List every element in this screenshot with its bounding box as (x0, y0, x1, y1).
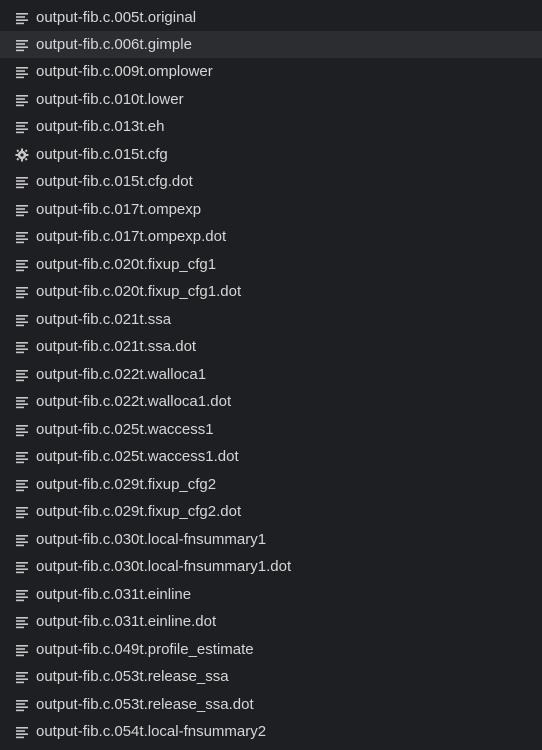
lines-icon (15, 65, 29, 79)
lines-icon (15, 670, 29, 684)
file-row[interactable]: output-fib.c.022t.walloca1.dot (0, 388, 542, 415)
file-row[interactable]: output-fib.c.030t.local-fnsummary1.dot (0, 553, 542, 580)
lines-icon (15, 423, 29, 437)
file-row[interactable]: output-fib.c.006t.gimple (0, 31, 542, 58)
file-name: output-fib.c.031t.einline (36, 586, 192, 603)
lines-icon (15, 313, 29, 327)
file-row[interactable]: output-fib.c.015t.cfg.dot (0, 168, 542, 195)
lines-icon (15, 175, 29, 189)
file-row[interactable]: output-fib.c.020t.fixup_cfg1 (0, 251, 542, 278)
file-row[interactable]: output-fib.c.031t.einline (0, 581, 542, 608)
file-row[interactable]: output-fib.c.031t.einline.dot (0, 608, 542, 635)
file-name: output-fib.c.005t.original (36, 9, 197, 26)
file-name: output-fib.c.017t.ompexp (36, 201, 202, 218)
file-name: output-fib.c.022t.walloca1 (36, 366, 207, 383)
file-name: output-fib.c.020t.fixup_cfg1 (36, 256, 217, 273)
lines-icon (15, 725, 29, 739)
lines-icon (15, 643, 29, 657)
file-row[interactable]: output-fib.c.029t.fixup_cfg2 (0, 471, 542, 498)
file-name: output-fib.c.015t.cfg (36, 146, 168, 163)
file-name: output-fib.c.015t.cfg.dot (36, 173, 193, 190)
file-name: output-fib.c.010t.lower (36, 91, 184, 108)
file-name: output-fib.c.029t.fixup_cfg2 (36, 476, 217, 493)
file-name: output-fib.c.049t.profile_estimate (36, 641, 254, 658)
file-name: output-fib.c.025t.waccess1.dot (36, 448, 239, 465)
lines-icon (15, 93, 29, 107)
gear-icon (15, 148, 29, 162)
file-row[interactable]: output-fib.c.013t.eh (0, 113, 542, 140)
file-name: output-fib.c.025t.waccess1 (36, 421, 214, 438)
lines-icon (15, 11, 29, 25)
file-name: output-fib.c.009t.omplower (36, 63, 213, 80)
file-row[interactable]: output-fib.c.025t.waccess1.dot (0, 443, 542, 470)
lines-icon (15, 560, 29, 574)
file-row[interactable]: output-fib.c.020t.fixup_cfg1.dot (0, 278, 542, 305)
file-name: output-fib.c.013t.eh (36, 118, 165, 135)
file-row[interactable]: output-fib.c.017t.ompexp (0, 196, 542, 223)
file-row[interactable]: output-fib.c.053t.release_ssa.dot (0, 691, 542, 718)
lines-icon (15, 395, 29, 409)
lines-icon (15, 505, 29, 519)
lines-icon (15, 588, 29, 602)
file-row[interactable]: output-fib.c.015t.cfg (0, 141, 542, 168)
file-name: output-fib.c.053t.release_ssa (36, 668, 229, 685)
lines-icon (15, 478, 29, 492)
file-name: output-fib.c.017t.ompexp.dot (36, 228, 227, 245)
lines-icon (15, 120, 29, 134)
file-row[interactable]: output-fib.c.021t.ssa (0, 306, 542, 333)
file-row[interactable]: output-fib.c.021t.ssa.dot (0, 333, 542, 360)
file-name: output-fib.c.030t.local-fnsummary1 (36, 531, 267, 548)
file-name: output-fib.c.053t.release_ssa.dot (36, 696, 254, 713)
file-row[interactable]: output-fib.c.025t.waccess1 (0, 416, 542, 443)
file-name: output-fib.c.021t.ssa (36, 311, 172, 328)
file-row[interactable]: output-fib.c.005t.original (0, 4, 542, 31)
lines-icon (15, 203, 29, 217)
file-name: output-fib.c.022t.walloca1.dot (36, 393, 232, 410)
file-name: output-fib.c.020t.fixup_cfg1.dot (36, 283, 242, 300)
lines-icon (15, 38, 29, 52)
lines-icon (15, 258, 29, 272)
file-row[interactable]: output-fib.c.009t.omplower (0, 58, 542, 85)
lines-icon (15, 368, 29, 382)
lines-icon (15, 230, 29, 244)
file-name: output-fib.c.006t.gimple (36, 36, 192, 53)
file-explorer-list[interactable]: output-fib.c.005t.original output-fib.c.0… (0, 0, 542, 750)
lines-icon (15, 285, 29, 299)
lines-icon (15, 450, 29, 464)
lines-icon (15, 533, 29, 547)
file-row[interactable]: output-fib.c.053t.release_ssa (0, 663, 542, 690)
file-name: output-fib.c.031t.einline.dot (36, 613, 217, 630)
file-row[interactable]: output-fib.c.017t.ompexp.dot (0, 223, 542, 250)
file-name: output-fib.c.021t.ssa.dot (36, 338, 197, 355)
lines-icon (15, 340, 29, 354)
file-name: output-fib.c.054t.local-fnsummary2 (36, 723, 267, 740)
file-row[interactable]: output-fib.c.030t.local-fnsummary1 (0, 526, 542, 553)
file-row[interactable]: output-fib.c.049t.profile_estimate (0, 636, 542, 663)
file-name: output-fib.c.029t.fixup_cfg2.dot (36, 503, 242, 520)
file-row[interactable]: output-fib.c.010t.lower (0, 86, 542, 113)
file-row[interactable]: output-fib.c.029t.fixup_cfg2.dot (0, 498, 542, 525)
file-row[interactable]: output-fib.c.054t.local-fnsummary2 (0, 718, 542, 745)
lines-icon (15, 615, 29, 629)
file-row[interactable]: output-fib.c.022t.walloca1 (0, 361, 542, 388)
file-name: output-fib.c.030t.local-fnsummary1.dot (36, 558, 292, 575)
lines-icon (15, 698, 29, 712)
